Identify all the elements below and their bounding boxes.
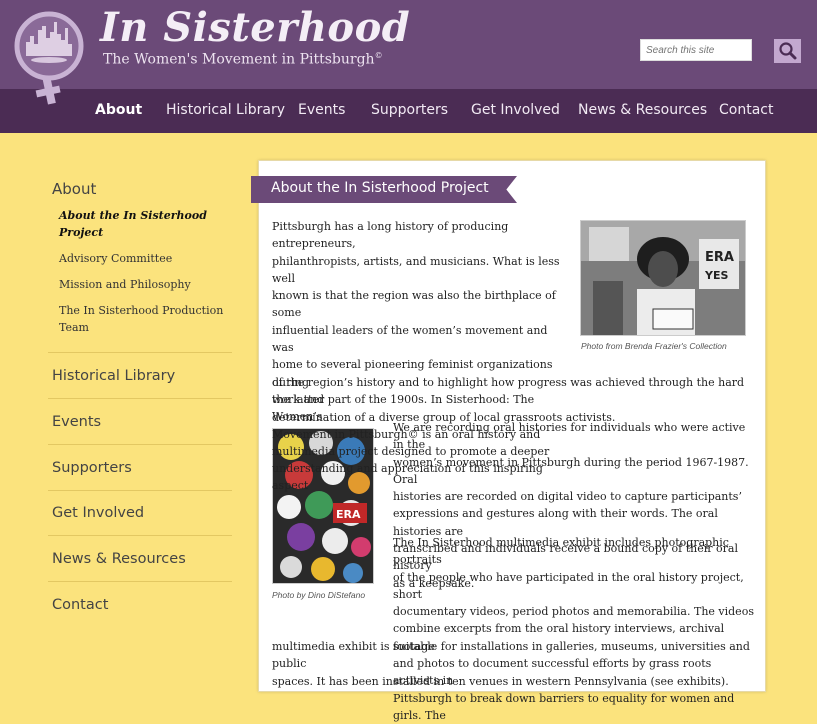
exhibit-paragraph-top: The In Sisterhood multimedia exhibit inc… bbox=[393, 534, 757, 724]
sidebar-item-news-resources[interactable]: News & Resources bbox=[52, 551, 186, 567]
sidebar-heading-about[interactable]: About bbox=[52, 180, 96, 198]
sidebar-subitem-advisory-committee[interactable]: Advisory Committee bbox=[59, 250, 229, 267]
text-line: The In Sisterhood multimedia exhibit inc… bbox=[393, 536, 729, 567]
main-nav: About Historical Library Events Supporte… bbox=[0, 89, 817, 133]
text-line: histories are recorded on digital video … bbox=[393, 490, 742, 504]
text-line: multimedia exhibit is suitable for insta… bbox=[272, 640, 750, 671]
text-line: Pittsburgh has a long history of produci… bbox=[272, 220, 509, 251]
site-logo[interactable] bbox=[12, 8, 90, 108]
text-line: of the people who have participated in t… bbox=[393, 570, 744, 601]
text-line: known is that the region was also the bi… bbox=[272, 289, 556, 320]
photo-caption: Photo from Brenda Frazier's Collection bbox=[581, 341, 727, 351]
svg-text:ERA: ERA bbox=[336, 508, 361, 521]
text-line: spaces. It has been installed in ten ven… bbox=[272, 674, 729, 688]
photo-caption: Photo by Dino DiStefano bbox=[272, 590, 366, 600]
nav-supporters[interactable]: Supporters bbox=[371, 89, 448, 133]
exhibit-paragraph-bottom: multimedia exhibit is suitable for insta… bbox=[272, 638, 758, 690]
site-subtitle: The Women's Movement in Pittsburgh© bbox=[103, 51, 383, 68]
activist-photo: ERA YES bbox=[580, 220, 746, 336]
sidebar-subitem-mission[interactable]: Mission and Philosophy bbox=[59, 276, 229, 293]
sidebar-divider bbox=[48, 581, 232, 582]
text-line: We are recording oral histories for indi… bbox=[393, 421, 746, 452]
activist-photo-image: ERA YES bbox=[581, 221, 745, 335]
sidebar-item-events[interactable]: Events bbox=[52, 414, 101, 430]
site-subtitle-text: The Women's Movement in Pittsburgh bbox=[103, 51, 375, 68]
page-title: About the In Sisterhood Project bbox=[271, 180, 489, 196]
text-line: of the region’s history and to highlight… bbox=[272, 376, 745, 407]
sidebar-divider bbox=[48, 398, 232, 399]
magnifier-icon bbox=[779, 42, 797, 60]
sidebar-item-contact[interactable]: Contact bbox=[52, 597, 108, 613]
sidebar-divider bbox=[48, 490, 232, 491]
text-line: women’s movement in Pittsburgh during th… bbox=[393, 455, 749, 486]
sidebar-item-historical-library[interactable]: Historical Library bbox=[52, 368, 175, 384]
sidebar-item-supporters[interactable]: Supporters bbox=[52, 460, 132, 476]
search-button[interactable] bbox=[774, 39, 801, 63]
sidebar-subitem-label-cont: Team bbox=[59, 321, 89, 334]
svg-text:ERA: ERA bbox=[705, 250, 734, 265]
site-title[interactable]: In Sisterhood bbox=[100, 4, 410, 51]
sidebar-item-get-involved[interactable]: Get Involved bbox=[52, 505, 144, 521]
nav-about[interactable]: About bbox=[95, 89, 142, 133]
sidebar-subitem-label: The In Sisterhood Production bbox=[59, 304, 224, 317]
nav-events[interactable]: Events bbox=[298, 89, 345, 133]
nav-get-involved[interactable]: Get Involved bbox=[471, 89, 560, 133]
sidebar-subitem-label-cont: Project bbox=[59, 226, 104, 239]
text-line: Pittsburgh to break down barriers to equ… bbox=[393, 691, 735, 722]
text-line: documentary videos, period photos and me… bbox=[393, 605, 754, 619]
svg-text:YES: YES bbox=[704, 269, 728, 282]
sidebar-divider bbox=[48, 444, 232, 445]
copyright-mark: © bbox=[374, 51, 383, 60]
search-input[interactable] bbox=[640, 39, 752, 61]
sidebar-divider bbox=[48, 535, 232, 536]
nav-historical-library[interactable]: Historical Library bbox=[166, 89, 285, 133]
text-line: philanthropists, artists, and musicians.… bbox=[272, 254, 560, 285]
sidebar-subitem-label: About the In Sisterhood bbox=[59, 209, 207, 222]
nav-news-resources[interactable]: News & Resources bbox=[578, 89, 707, 133]
nav-contact[interactable]: Contact bbox=[719, 89, 773, 133]
sidebar-subitem-about-project[interactable]: About the In Sisterhood Project bbox=[59, 207, 229, 241]
sidebar-divider bbox=[48, 352, 232, 353]
text-line: influential leaders of the women’s movem… bbox=[272, 323, 548, 355]
sidebar-subitem-production-team[interactable]: The In Sisterhood Production Team bbox=[59, 302, 229, 336]
